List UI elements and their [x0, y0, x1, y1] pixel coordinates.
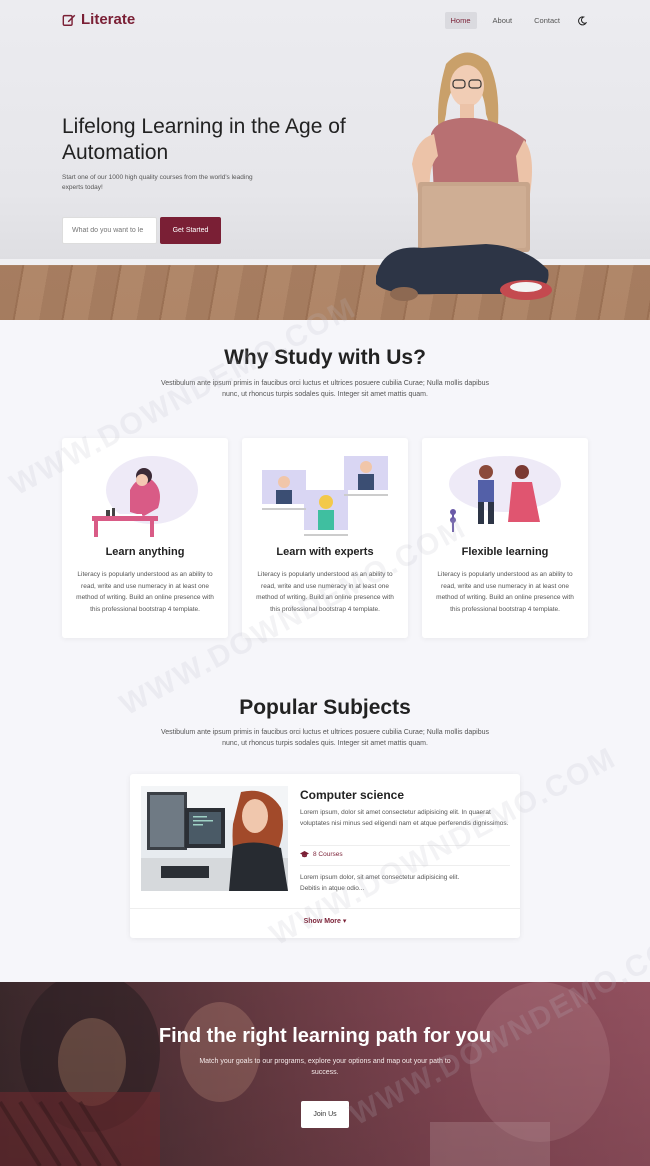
get-started-button[interactable]: Get Started: [160, 217, 221, 244]
feature-card-learn-anything: Learn anything Literacy is popularly und…: [62, 438, 228, 638]
course-description: Lorem ipsum, dolor sit amet consectetur …: [300, 809, 509, 827]
show-more-button[interactable]: Show More ▾: [130, 917, 520, 925]
card-text: Literacy is popularly understood as an a…: [436, 571, 574, 614]
feature-card-learn-with-experts: Learn with experts Literacy is popularly…: [242, 438, 408, 638]
nav-link-contact[interactable]: Contact: [528, 12, 566, 29]
popular-section-title: Popular Subjects: [239, 696, 411, 719]
course-divider: [300, 845, 510, 846]
join-us-button[interactable]: Join Us: [301, 1101, 349, 1128]
cta-title: Find the right learning path for you: [158, 1025, 492, 1047]
course-description-secondary: Lorem ipsum dolor, sit amet consectetur …: [300, 874, 460, 892]
video-call-illustration: [262, 456, 388, 536]
hero-student-image: [376, 52, 552, 301]
course-footer-divider: [130, 908, 520, 909]
course-count[interactable]: 8 Courses: [300, 851, 343, 858]
show-more-label: Show More: [303, 918, 341, 925]
graduation-cap-icon: [300, 851, 309, 858]
nav-link-about[interactable]: About: [487, 12, 519, 29]
hero-section: Literate Home About Contact Lifelong Lea…: [0, 0, 650, 320]
course-photo[interactable]: [141, 786, 288, 891]
hero-subtitle: Start one of our 1000 high quality cours…: [62, 174, 253, 191]
moon-icon[interactable]: [576, 15, 588, 27]
nav-menu: Home About Contact: [444, 12, 588, 29]
course-search-input[interactable]: [62, 217, 157, 244]
edit-icon: [62, 14, 76, 26]
brand-logo[interactable]: Literate: [62, 11, 135, 28]
why-section-title: Why Study with Us?: [224, 346, 426, 369]
course-divider: [300, 865, 510, 866]
course-count-label: 8 Courses: [313, 851, 343, 858]
card-text: Literacy is popularly understood as an a…: [76, 571, 214, 614]
hero-title: Lifelong Learning in the Age of Automati…: [62, 115, 346, 164]
course-card: Computer science Lorem ipsum, dolor sit …: [130, 774, 520, 938]
parent-child-illustration: [449, 456, 561, 532]
card-text: Literacy is popularly understood as an a…: [256, 571, 394, 614]
learning-illustration: [92, 456, 198, 537]
popular-section-subtitle: Vestibulum ante ipsum primis in faucibus…: [161, 729, 489, 747]
card-title: Flexible learning: [461, 546, 549, 558]
feature-card-flexible-learning: Flexible learning Literacy is popularly …: [422, 438, 588, 638]
chevron-down-icon: ▾: [342, 918, 347, 925]
cta-section: Find the right learning path for you Mat…: [0, 982, 650, 1166]
nav-link-home[interactable]: Home: [444, 12, 477, 29]
card-title: Learn with experts: [276, 546, 374, 558]
cta-subtitle: Match your goals to our programs, explor…: [199, 1058, 451, 1076]
navbar: Literate Home About Contact: [0, 0, 650, 40]
card-title: Learn anything: [105, 546, 185, 558]
brand-name: Literate: [81, 11, 136, 28]
course-title[interactable]: Computer science: [300, 788, 404, 802]
why-section-subtitle: Vestibulum ante ipsum primis in faucibus…: [161, 380, 489, 398]
